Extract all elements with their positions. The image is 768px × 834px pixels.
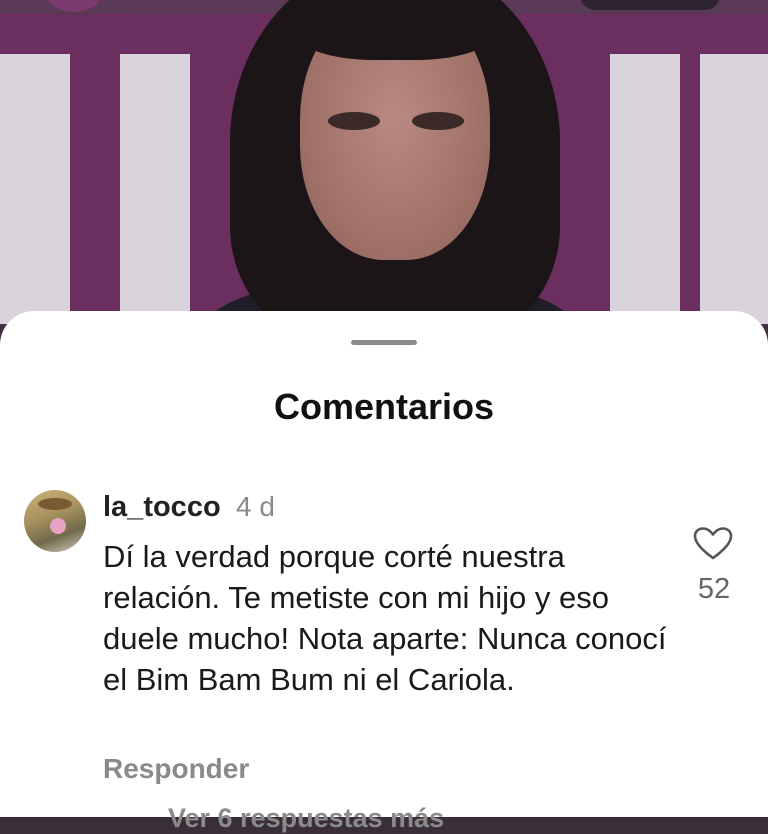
sheet-drag-handle[interactable]: [351, 340, 417, 345]
like-count: 52: [697, 573, 731, 605]
comment-item: la_tocco 4 d Dí la verdad porque corté n…: [0, 487, 768, 833]
view-more-replies-button[interactable]: Ver 6 respuestas más: [168, 803, 444, 834]
commenter-username[interactable]: la_tocco: [103, 491, 221, 524]
person-eye: [328, 112, 380, 130]
banner-letter: [0, 54, 70, 324]
commenter-avatar[interactable]: [24, 490, 86, 552]
banner-letter: [610, 54, 680, 324]
comments-title: Comentarios: [273, 386, 495, 427]
banner-letter: [120, 54, 190, 324]
comment-text: Dí la verdad porque corté nuestra relaci…: [103, 539, 667, 697]
reply-button[interactable]: Responder: [103, 753, 249, 785]
avatar-flower: [50, 518, 66, 534]
person-bangs: [290, 0, 500, 60]
comments-sheet: Comentarios la_tocco 4 d Dí la verdad po…: [0, 311, 768, 833]
banner-letter: [700, 54, 768, 324]
avatar-hat: [38, 498, 72, 510]
comment-timestamp: 4 d: [236, 491, 275, 522]
person-eye: [412, 112, 464, 130]
heart-outline-icon[interactable]: [693, 527, 733, 561]
